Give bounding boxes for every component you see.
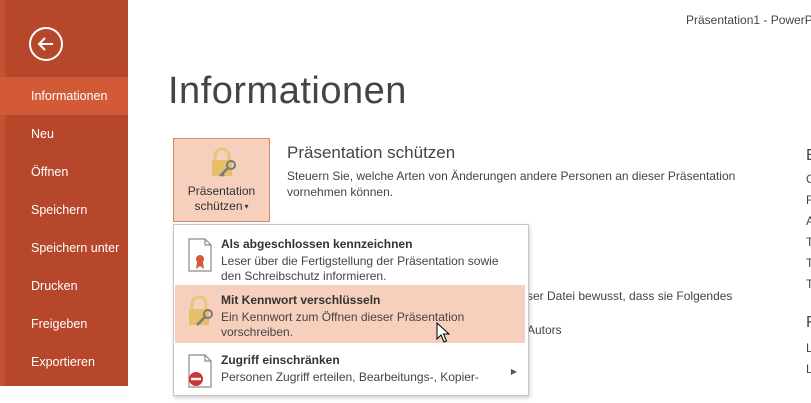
chevron-down-icon: ▾ (244, 202, 249, 212)
right-col-item: C (806, 172, 811, 186)
menu-item-description: Leser über die Fertigstellung der Präsen… (221, 254, 499, 283)
sidebar-item-informationen[interactable]: Informationen (0, 77, 128, 115)
sidebar-item-oeffnen[interactable]: Öffnen (0, 153, 128, 191)
right-col-item: A (806, 214, 811, 228)
menu-item-title: Zugriff einschränken (221, 353, 340, 367)
menu-item-description: Personen Zugriff erteilen, Bearbeitungs-… (221, 370, 479, 384)
chevron-right-icon: ▶ (510, 367, 517, 376)
sidebar-item-drucken[interactable]: Drucken (0, 267, 128, 305)
lock-key-icon (212, 147, 236, 177)
right-col-heading-2: F (806, 314, 811, 331)
document-ribbon-icon (188, 238, 212, 272)
sidebar-item-neu[interactable]: Neu (0, 115, 128, 153)
protect-button-label: Präsentation schützen ▾ (174, 184, 269, 214)
right-col-item: L (806, 341, 811, 355)
protect-menu: Als abgeschlossen kennzeichnen Leser übe… (173, 224, 529, 396)
right-col-item: T (806, 235, 811, 249)
menu-item-title: Als abgeschlossen kennzeichnen (221, 237, 413, 251)
right-col-heading-1: E (806, 147, 811, 165)
protect-presentation-button[interactable]: Präsentation schützen ▾ (173, 138, 270, 222)
menu-item-mark-final[interactable]: Als abgeschlossen kennzeichnen Leser übe… (175, 229, 525, 287)
background-text-1: ser Datei bewusst, dass sie Folgendes (527, 289, 733, 303)
sidebar-item-speichern-unter[interactable]: Speichern unter (0, 229, 128, 267)
sidebar-item-exportieren[interactable]: Exportieren (0, 343, 128, 381)
window-title: Präsentation1 - PowerPo (686, 13, 811, 27)
backstage-sidebar: Informationen Neu Öffnen Speichern Speic… (0, 0, 128, 386)
sidebar-item-speichern[interactable]: Speichern (0, 191, 128, 229)
right-col-item: L (806, 362, 811, 376)
right-col-item: F (806, 193, 811, 207)
menu-item-restrict-access[interactable]: Zugriff einschränken Personen Zugriff er… (175, 345, 525, 403)
background-text-2: Autors (527, 323, 562, 337)
page-title: Informationen (168, 70, 407, 112)
protect-button-line1: Präsentation (187, 184, 256, 198)
protect-heading: Präsentation schützen (287, 143, 456, 162)
protect-button-line2: schützen (194, 199, 243, 213)
menu-item-encrypt-password[interactable]: Mit Kennwort verschlüsseln Ein Kennwort … (175, 285, 525, 343)
sidebar-item-freigeben[interactable]: Freigeben (0, 305, 128, 343)
menu-item-description: Ein Kennwort zum Öffnen dieser Präsentat… (221, 310, 465, 339)
mouse-cursor-icon (436, 322, 450, 343)
right-col-item: T (806, 256, 811, 270)
back-arrow-icon[interactable] (29, 27, 63, 61)
right-col-item: T (806, 277, 811, 291)
lock-key-icon (189, 295, 213, 326)
protect-description: Steuern Sie, welche Arten von Änderungen… (287, 169, 736, 199)
document-restrict-icon (188, 354, 212, 388)
menu-item-title: Mit Kennwort verschlüsseln (221, 293, 381, 307)
